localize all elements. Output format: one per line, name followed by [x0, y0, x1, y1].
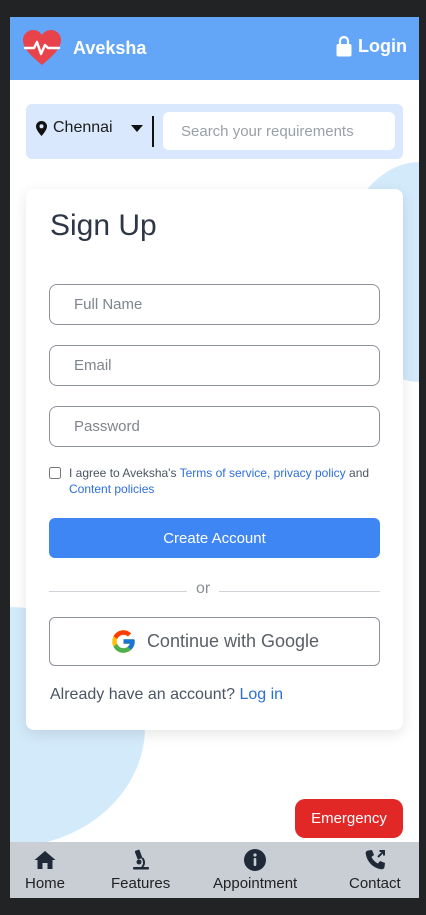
divider-right	[219, 591, 380, 592]
login-label: Login	[358, 35, 407, 56]
emergency-button[interactable]: Emergency	[295, 799, 403, 838]
nav-item-contact[interactable]: Contact	[349, 848, 401, 892]
search-input[interactable]	[163, 112, 395, 150]
nav-item-features[interactable]: Features	[111, 848, 170, 892]
google-button-label: Continue with Google	[146, 631, 320, 651]
google-logo-icon	[112, 630, 135, 653]
terms-checkbox[interactable]	[49, 467, 61, 479]
terms-link[interactable]: Terms of service,	[180, 466, 271, 480]
chevron-down-icon	[130, 124, 143, 132]
microscope-icon	[132, 849, 149, 870]
terms-agreement: I agree to Aveksha's Terms of service, p…	[49, 465, 379, 497]
city-label: Chennai	[53, 119, 113, 136]
signup-card: Sign Up I agree to Aveksha's Terms of se…	[26, 189, 403, 730]
bottom-navigation: Home Features Appointment Contact	[10, 842, 419, 898]
heart-pulse-logo-icon	[23, 30, 61, 65]
page-title: Sign Up	[50, 209, 157, 242]
agree-prefix: I agree to Aveksha's	[69, 466, 177, 480]
nav-item-appointment[interactable]: Appointment	[213, 848, 297, 892]
create-account-button[interactable]: Create Account	[49, 518, 380, 558]
email-field[interactable]	[49, 345, 380, 386]
info-icon	[244, 849, 267, 871]
map-pin-icon	[36, 120, 47, 136]
login-link[interactable]: Log in	[239, 686, 283, 703]
privacy-link[interactable]: privacy policy	[274, 466, 346, 480]
nav-label-features: Features	[111, 875, 171, 892]
or-separator: or	[196, 580, 211, 597]
app-title: Aveksha	[73, 38, 147, 58]
app-screen: Aveksha Login Chennai Sign Up	[10, 17, 419, 898]
login-prompt: Already have an account? Log in	[50, 686, 283, 704]
lock-icon	[336, 35, 352, 57]
already-text: Already have an account?	[50, 686, 236, 703]
divider-left	[49, 591, 187, 592]
and-text: and	[349, 466, 370, 480]
phone-icon	[365, 850, 385, 870]
login-button[interactable]: Login	[336, 35, 407, 57]
nav-item-home[interactable]: Home	[25, 848, 65, 892]
nav-label-contact: Contact	[349, 875, 401, 892]
nav-label-home: Home	[25, 875, 66, 892]
password-field[interactable]	[49, 406, 380, 447]
full-name-field[interactable]	[49, 284, 380, 325]
google-signin-button[interactable]: Continue with Google	[49, 617, 380, 666]
location-search-bar: Chennai	[26, 104, 403, 159]
search-divider	[152, 116, 154, 147]
nav-label-appointment: Appointment	[213, 875, 298, 892]
home-icon	[34, 851, 56, 869]
top-header: Aveksha Login	[10, 17, 419, 80]
city-selector[interactable]: Chennai	[36, 119, 143, 137]
content-policies-link[interactable]: Content policies	[69, 482, 154, 496]
